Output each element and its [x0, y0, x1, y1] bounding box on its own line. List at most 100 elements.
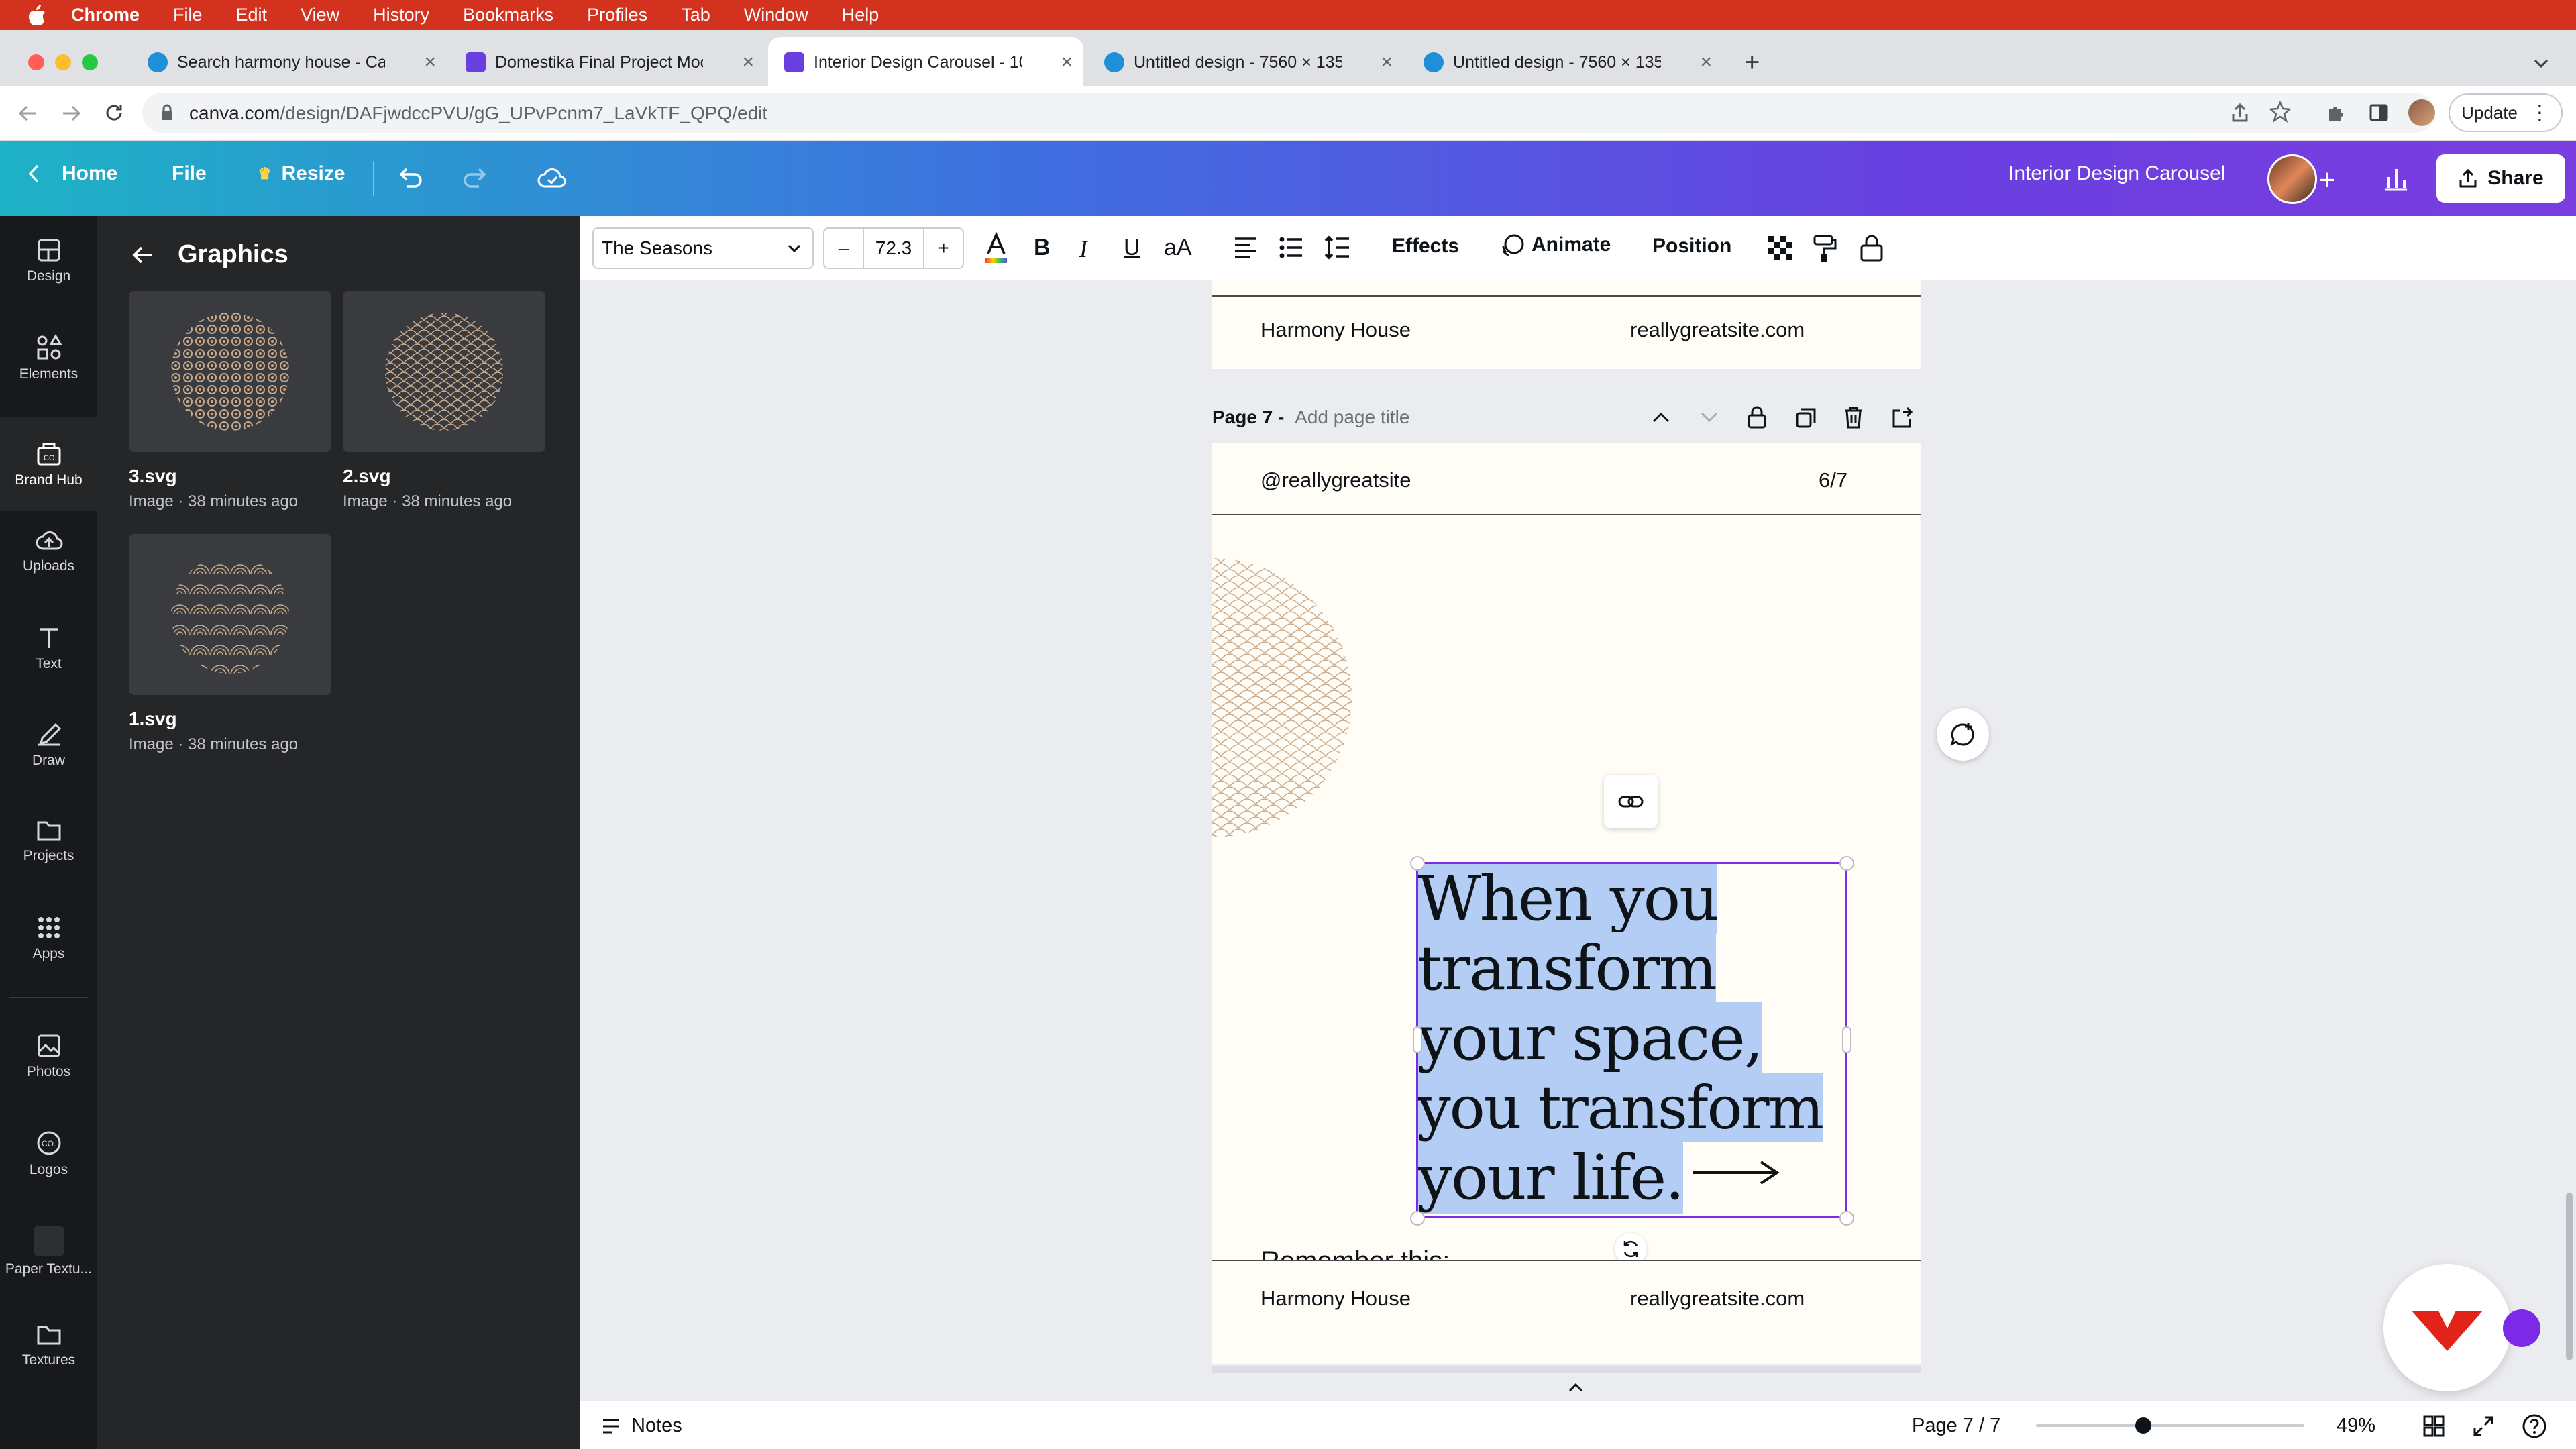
scrollbar-thumb[interactable]: [2566, 1193, 2573, 1360]
help-icon[interactable]: [2522, 1413, 2547, 1439]
scale-pattern-graphic[interactable]: [1212, 557, 1353, 839]
rail-item-uploads[interactable]: Uploads: [0, 529, 97, 604]
graphic-thumbnail[interactable]: [343, 291, 545, 452]
footer-website[interactable]: reallygreatsite.com: [1630, 318, 1805, 342]
canvas-scrollbar[interactable]: [2563, 280, 2576, 1401]
tune-icon[interactable]: [160, 103, 174, 122]
rail-item-textures[interactable]: Textures: [0, 1323, 97, 1398]
domestika-badge[interactable]: [2383, 1264, 2511, 1391]
bookmark-star-icon[interactable]: [2269, 101, 2292, 123]
page-7[interactable]: @reallygreatsite 6/7 When you transform: [1212, 443, 1921, 1332]
graphic-thumbnail[interactable]: [129, 291, 331, 452]
window-minimize-button[interactable]: [55, 54, 71, 70]
add-collaborator-icon[interactable]: +: [2318, 164, 2336, 197]
menu-profiles[interactable]: Profiles: [587, 5, 647, 25]
apple-logo-icon[interactable]: [27, 4, 47, 27]
profile-avatar[interactable]: [2408, 99, 2435, 126]
new-tab-button[interactable]: +: [1744, 48, 1760, 78]
font-size-stepper[interactable]: – 72.3 +: [823, 227, 964, 269]
share-page-icon[interactable]: [2230, 102, 2250, 123]
zoom-level[interactable]: 49%: [2337, 1415, 2375, 1437]
font-size-input[interactable]: 72.3: [862, 229, 925, 268]
zoom-slider[interactable]: [2036, 1417, 2304, 1434]
browser-tab[interactable]: Domestika Final Project Moodb ×: [449, 37, 765, 88]
share-button[interactable]: Share: [2436, 154, 2565, 203]
collaborator-avatar[interactable]: [2267, 154, 2317, 204]
rail-item-apps[interactable]: Apps: [0, 915, 97, 990]
back-arrow-icon[interactable]: [131, 244, 155, 266]
back-arrow-icon[interactable]: [17, 103, 39, 123]
design-title[interactable]: Interior Design Carousel: [2008, 162, 2225, 185]
browser-tab[interactable]: Untitled design - 7560 × 1350p ×: [1088, 37, 1403, 88]
rail-item-draw[interactable]: Draw: [0, 722, 97, 797]
browser-tab[interactable]: Search harmony house - Canva ×: [131, 37, 447, 88]
app-name[interactable]: Chrome: [71, 5, 140, 25]
text-color-button[interactable]: [983, 232, 1010, 264]
lock-icon[interactable]: [1859, 233, 1884, 263]
delete-page-icon[interactable]: [1843, 405, 1864, 429]
underline-button[interactable]: U: [1124, 235, 1140, 261]
paint-roller-icon[interactable]: [1812, 233, 1839, 263]
lock-page-icon[interactable]: [1746, 405, 1768, 429]
notes-button[interactable]: Notes: [600, 1415, 682, 1437]
effects-button[interactable]: Effects: [1392, 235, 1459, 258]
letter-case-button[interactable]: aA: [1164, 235, 1192, 261]
resize-handle[interactable]: [1839, 856, 1854, 871]
spacing-icon[interactable]: [1324, 235, 1352, 260]
increase-font-size-button[interactable]: +: [924, 237, 963, 259]
side-resize-handle[interactable]: [1842, 1026, 1851, 1053]
graphic-item[interactable]: 3.svg Image · 38 minutes ago: [129, 291, 331, 511]
menu-history[interactable]: History: [373, 5, 429, 25]
link-button[interactable]: [1604, 775, 1658, 828]
side-resize-handle[interactable]: [1413, 1026, 1422, 1053]
close-tab-icon[interactable]: ×: [1061, 51, 1073, 74]
update-button[interactable]: Update ⋮: [2449, 93, 2563, 132]
file-menu-button[interactable]: File: [172, 162, 207, 185]
footer-brand[interactable]: Harmony House: [1260, 1287, 1411, 1311]
home-button[interactable]: Home: [27, 162, 117, 185]
resize-handle[interactable]: [1410, 856, 1425, 871]
chevron-up-icon[interactable]: [1651, 411, 1671, 424]
tab-search-chevron-icon[interactable]: [2533, 58, 2549, 69]
rail-item-paper-textures[interactable]: Paper Textu...: [0, 1226, 97, 1301]
resize-button[interactable]: ♛ Resize: [258, 162, 345, 185]
footer-brand[interactable]: Harmony House: [1260, 318, 1411, 342]
browser-tab-active[interactable]: Interior Design Carousel - 1080 ×: [768, 37, 1083, 88]
menu-bookmarks[interactable]: Bookmarks: [463, 5, 553, 25]
page-title-input[interactable]: Add page title: [1295, 407, 1409, 427]
omnibox[interactable]: canva.com/design/DAFjwdccPVU/gG_UPvPcnm7…: [142, 93, 2435, 133]
transparency-icon[interactable]: [1766, 235, 1793, 262]
extensions-puzzle-icon[interactable]: [2325, 102, 2347, 123]
fullscreen-icon[interactable]: [2472, 1415, 2495, 1438]
menu-window[interactable]: Window: [744, 5, 808, 25]
rail-item-elements[interactable]: Elements: [0, 334, 97, 409]
insights-chart-icon[interactable]: [2383, 165, 2410, 192]
animate-button[interactable]: Animate: [1499, 232, 1611, 258]
social-handle[interactable]: @reallygreatsite: [1260, 468, 1411, 492]
font-selector[interactable]: The Seasons: [592, 227, 814, 269]
window-zoom-button[interactable]: [82, 54, 98, 70]
menu-tab[interactable]: Tab: [681, 5, 710, 25]
menu-file[interactable]: File: [173, 5, 203, 25]
zoom-slider-thumb[interactable]: [2135, 1417, 2151, 1434]
reload-icon[interactable]: [103, 102, 125, 123]
close-tab-icon[interactable]: ×: [742, 51, 754, 74]
graphic-item[interactable]: 2.svg Image · 38 minutes ago: [343, 291, 545, 511]
resize-handle[interactable]: [1839, 1211, 1854, 1226]
undo-icon[interactable]: [397, 166, 424, 191]
position-button[interactable]: Position: [1652, 235, 1731, 258]
page-counter[interactable]: 6/7: [1819, 468, 1847, 492]
rail-item-photos[interactable]: Photos: [0, 1033, 97, 1108]
duplicate-page-icon[interactable]: [1794, 407, 1817, 429]
decrease-font-size-button[interactable]: –: [824, 237, 863, 259]
window-close-button[interactable]: [28, 54, 44, 70]
rail-item-design[interactable]: Design: [0, 237, 97, 313]
rail-item-logos[interactable]: CO. Logos: [0, 1130, 97, 1205]
close-tab-icon[interactable]: ×: [1700, 51, 1712, 74]
redo-icon[interactable]: [462, 166, 488, 191]
close-tab-icon[interactable]: ×: [424, 51, 436, 74]
grid-view-icon[interactable]: [2422, 1415, 2445, 1438]
page-7-footer[interactable]: Harmony House reallygreatsite.com: [1212, 1260, 1921, 1364]
close-tab-icon[interactable]: ×: [1381, 51, 1393, 74]
menu-view[interactable]: View: [301, 5, 339, 25]
